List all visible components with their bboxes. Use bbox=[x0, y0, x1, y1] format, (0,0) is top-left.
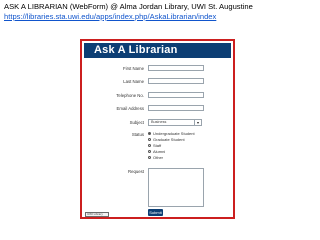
telephone-label: Telephone No. bbox=[116, 93, 144, 98]
request-textarea[interactable] bbox=[148, 168, 204, 207]
status-option-alumni[interactable]: Alumni bbox=[148, 149, 165, 154]
status-option-label: Staff bbox=[153, 143, 162, 148]
radio-icon bbox=[148, 144, 151, 147]
email-label: Email Address bbox=[116, 106, 144, 111]
form-title: Ask A Librarian bbox=[94, 44, 178, 56]
footer-tag: UWI Library 2013 bbox=[85, 212, 109, 217]
form-header-banner: Ask A Librarian bbox=[84, 43, 231, 58]
status-option-label: Alumni bbox=[153, 149, 166, 154]
email-input[interactable] bbox=[148, 105, 204, 111]
subject-selected-value: Business bbox=[151, 120, 167, 124]
telephone-input[interactable] bbox=[148, 92, 204, 98]
chevron-down-icon: ▾ bbox=[194, 120, 201, 125]
status-option-label: Other bbox=[153, 155, 164, 160]
status-label: Status bbox=[131, 132, 144, 137]
status-option-other[interactable]: Other bbox=[148, 155, 163, 160]
radio-icon bbox=[148, 138, 151, 141]
first-name-label: First Name bbox=[122, 66, 144, 71]
caption-title: ASK A LIBRARIAN (WebForm) @ Alma Jordan … bbox=[4, 2, 253, 11]
status-option-undergraduate[interactable]: Undergraduate Student bbox=[148, 131, 195, 136]
radio-icon bbox=[148, 150, 151, 153]
status-option-staff[interactable]: Staff bbox=[148, 143, 161, 148]
subject-label: Subject bbox=[129, 120, 144, 125]
status-option-label: Undergraduate Student bbox=[153, 131, 195, 136]
first-name-input[interactable] bbox=[148, 65, 204, 71]
submit-button[interactable]: Submit bbox=[148, 209, 163, 216]
form-screenshot: Ask A Librarian First Name Last Name Tel… bbox=[80, 39, 235, 219]
slide-caption: ASK A LIBRARIAN (WebForm) @ Alma Jordan … bbox=[4, 2, 304, 21]
subject-select[interactable]: Business ▾ bbox=[148, 119, 202, 126]
status-option-label: Graduate Student bbox=[153, 137, 185, 142]
last-name-label: Last Name bbox=[123, 79, 144, 84]
radio-selected-icon bbox=[148, 132, 151, 135]
request-label: Request bbox=[127, 169, 144, 174]
radio-icon bbox=[148, 156, 151, 159]
caption-url[interactable]: https://libraries.sta.uwi.edu/apps/index… bbox=[4, 12, 304, 22]
last-name-input[interactable] bbox=[148, 78, 204, 84]
status-option-graduate[interactable]: Graduate Student bbox=[148, 137, 185, 142]
